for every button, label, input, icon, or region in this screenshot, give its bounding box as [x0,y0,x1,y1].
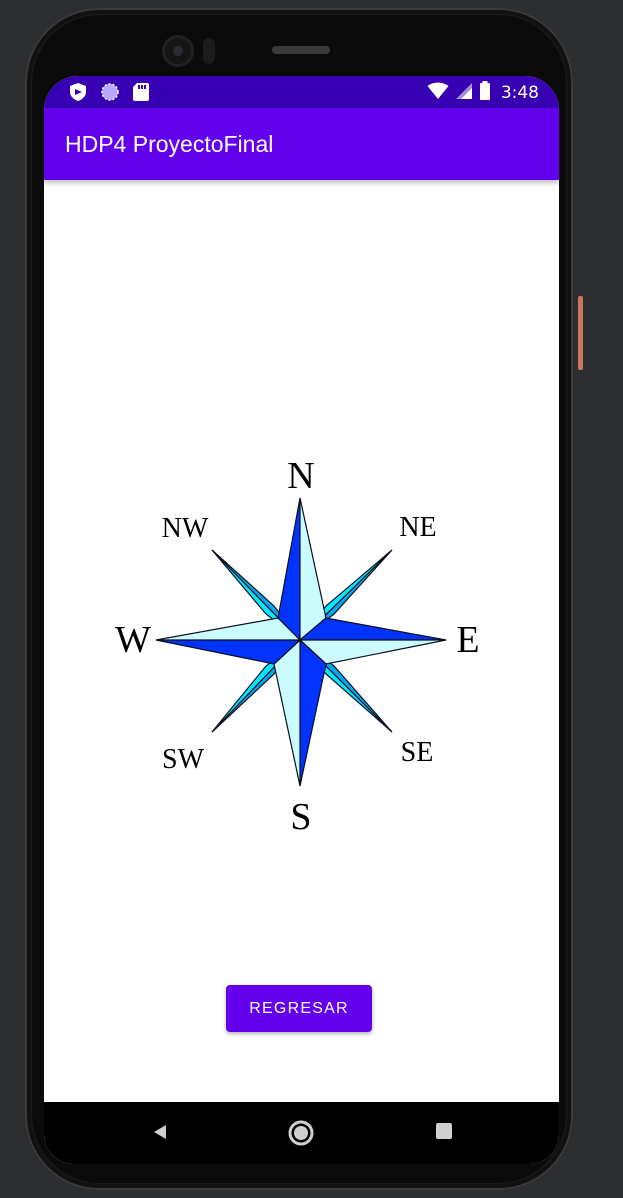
south-point-right [299,638,327,787]
north-point-left [277,497,301,642]
east-point-upper [298,617,447,641]
compass-rose-image: N NE E SE S SW W NW [104,446,504,846]
status-left-icons [68,82,150,106]
earpiece-speaker [272,46,330,54]
app-title: HDP4 ProyectoFinal [65,131,274,157]
back-icon[interactable] [150,1122,170,1146]
signal-icon [455,82,473,104]
label-north: N [287,455,314,497]
proximity-sensor [203,38,215,64]
label-northeast: NE [399,512,436,543]
label-southeast: SE [401,737,434,768]
wifi-icon [427,82,449,104]
front-camera [165,38,191,64]
label-east: E [456,619,479,661]
label-west: W [115,619,151,661]
shield-icon [68,82,88,106]
home-icon[interactable] [288,1120,314,1150]
label-southwest: SW [162,744,205,775]
status-right-icons: 3:48 [427,81,539,105]
compass-rose-svg: N NE E SE S SW W NW [115,455,480,838]
west-point-upper [155,617,302,641]
power-button [578,296,583,370]
app-bar: HDP4 ProyectoFinal [44,108,559,180]
sd-card-icon [132,82,150,106]
west-point-lower [155,639,302,665]
recents-icon[interactable] [435,1122,453,1144]
status-time: 3:48 [500,83,539,103]
label-south: S [290,796,311,838]
regresar-button[interactable]: REGRESAR [226,985,372,1032]
south-point-left [273,638,301,787]
navigation-bar [44,1102,559,1164]
battery-icon [479,81,491,105]
status-bar: 3:48 [44,76,559,108]
north-point-right [299,497,327,642]
label-northwest: NW [162,513,209,544]
circle-icon [100,82,120,106]
device-screen: 3:48 HDP4 ProyectoFinal N NE E SE S SW W… [44,76,559,1164]
